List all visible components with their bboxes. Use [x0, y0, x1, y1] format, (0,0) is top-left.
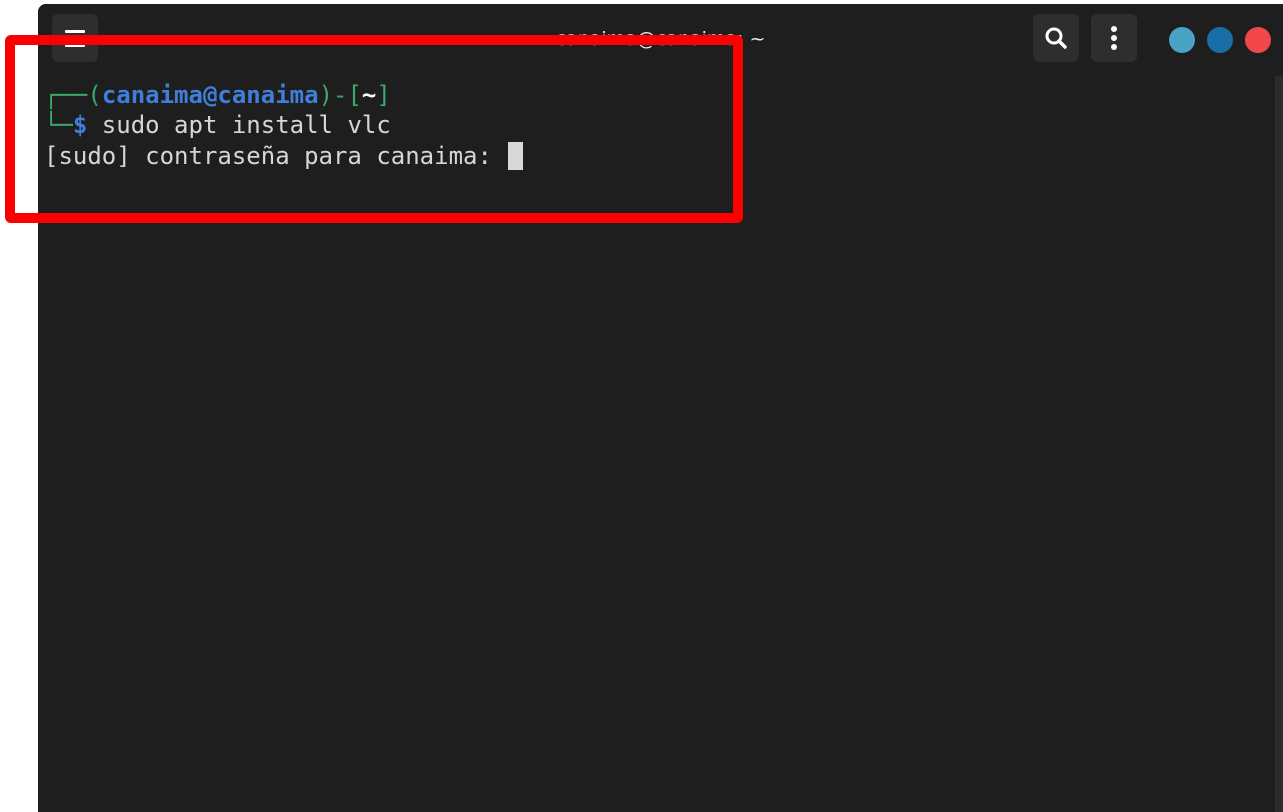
- scrollbar[interactable]: [1275, 76, 1283, 812]
- command-line: └─$ sudo apt install vlc: [44, 110, 391, 140]
- text-cursor: [508, 142, 524, 170]
- more-options-button[interactable]: [1091, 14, 1137, 62]
- prompt-symbol: $: [72, 111, 88, 139]
- prompt-open-bracket: [: [347, 81, 362, 109]
- search-button[interactable]: [1033, 14, 1079, 62]
- prompt-dash: -: [333, 81, 348, 109]
- prompt-corner-bottom: └─: [44, 111, 73, 139]
- prompt-cwd: ~: [361, 81, 377, 109]
- sudo-password-prompt: [sudo] contraseña para canaima:: [44, 142, 507, 170]
- command-text: sudo apt install vlc: [87, 111, 391, 139]
- minimize-button[interactable]: [1169, 27, 1195, 53]
- prompt-close-paren: ): [318, 81, 334, 109]
- terminal-output[interactable]: ┌──(canaima@canaima)-[~] └─$ sudo apt in…: [38, 74, 1271, 812]
- terminal-window: canaima@canaima: ~ ┌──(canaima@canaima)-…: [38, 4, 1283, 812]
- close-button[interactable]: [1245, 27, 1271, 53]
- prompt-close-bracket: ]: [376, 81, 391, 109]
- search-icon: [1045, 27, 1067, 49]
- prompt-corner-top: ┌──: [44, 81, 88, 109]
- header-bar: canaima@canaima: ~: [38, 4, 1283, 72]
- maximize-button[interactable]: [1207, 27, 1233, 53]
- vertical-dots-icon: [1111, 26, 1117, 50]
- prompt-open-paren: (: [87, 81, 102, 109]
- prompt-line: ┌──(canaima@canaima)-[~]: [44, 80, 391, 110]
- sudo-password-line: [sudo] contraseña para canaima:: [44, 141, 524, 171]
- prompt-user-host: canaima@canaima: [101, 81, 319, 109]
